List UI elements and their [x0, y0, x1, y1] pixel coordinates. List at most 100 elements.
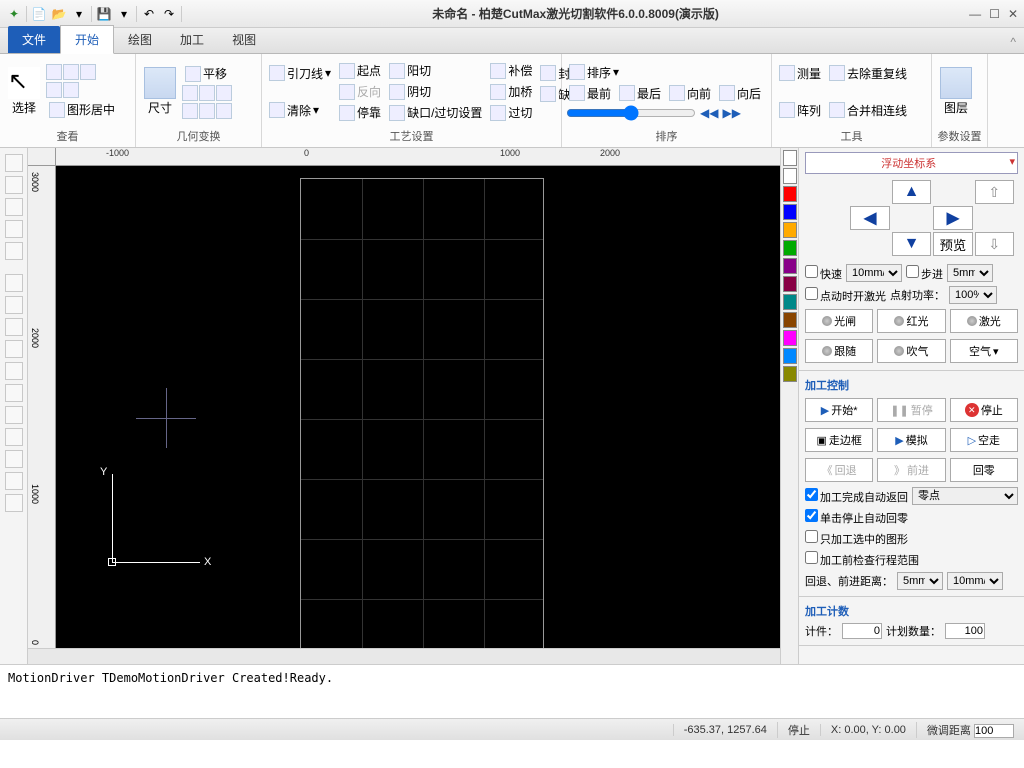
- fast-speed-select[interactable]: 10mm/s: [846, 264, 902, 282]
- transform-icon[interactable]: [182, 103, 198, 119]
- redlight-button[interactable]: 红光: [877, 309, 945, 333]
- frame-button[interactable]: ▣走边框: [805, 428, 873, 452]
- simulate-button[interactable]: ▶模拟: [877, 428, 945, 452]
- pulse-power-select[interactable]: 100%: [949, 286, 997, 304]
- home-button[interactable]: 回零: [950, 458, 1018, 482]
- add-bridge-button[interactable]: 加桥: [487, 82, 535, 101]
- drawing-canvas[interactable]: Y X +: [56, 166, 780, 648]
- yinqie-button[interactable]: 阴切: [386, 82, 485, 101]
- jog-up-button[interactable]: ▲: [892, 180, 931, 204]
- merge-button[interactable]: 合并相连线: [826, 101, 910, 120]
- transform-icon[interactable]: [216, 103, 232, 119]
- coord-system-select[interactable]: 浮动坐标系 ▾: [805, 152, 1018, 174]
- transform-icon[interactable]: [216, 85, 232, 101]
- dedup-button[interactable]: 去除重复线: [826, 64, 910, 83]
- dropdown-icon[interactable]: ▾: [71, 6, 87, 22]
- tab-process[interactable]: 加工: [166, 26, 218, 53]
- blow-button[interactable]: 吹气: [877, 339, 945, 363]
- circle-tool-icon[interactable]: [5, 318, 23, 336]
- laser-head-up-icon[interactable]: ⇧: [975, 180, 1014, 204]
- backward-button[interactable]: 向后: [716, 84, 764, 103]
- autoreturn-select[interactable]: 零点: [912, 487, 1018, 505]
- layer-color-swatch[interactable]: [783, 168, 797, 184]
- view-tool-icon[interactable]: [46, 64, 62, 80]
- shape-tool-icon[interactable]: [5, 450, 23, 468]
- retreat-dist-select[interactable]: 5mm: [897, 572, 943, 590]
- app-icon[interactable]: ✦: [6, 6, 22, 22]
- jog-left-button[interactable]: ◀: [850, 206, 889, 230]
- open-icon[interactable]: 📂: [51, 6, 67, 22]
- transform-icon[interactable]: [199, 85, 215, 101]
- back-button[interactable]: 《 回退: [805, 458, 873, 482]
- tab-view[interactable]: 视图: [218, 26, 270, 53]
- ellipse-tool-icon[interactable]: [5, 362, 23, 380]
- tab-draw[interactable]: 绘图: [114, 26, 166, 53]
- laser-on-jog-checkbox[interactable]: 点动时开激光: [805, 287, 886, 304]
- layer-color-swatch[interactable]: [783, 258, 797, 274]
- overcut-button[interactable]: 过切: [487, 103, 535, 122]
- zoom-tool-icon[interactable]: [5, 242, 23, 260]
- clear-button[interactable]: 清除▾: [266, 101, 334, 120]
- pointer-tool-icon[interactable]: [5, 154, 23, 172]
- star-tool-icon[interactable]: [5, 472, 23, 490]
- polyline-tool-icon[interactable]: [5, 296, 23, 314]
- gap-settings-button[interactable]: 缺口/过切设置: [386, 103, 485, 122]
- pan-tool-icon[interactable]: [5, 220, 23, 238]
- close-icon[interactable]: ✕: [1008, 7, 1018, 21]
- layer-color-swatch[interactable]: [783, 204, 797, 220]
- pause-button[interactable]: ❚❚暂停: [877, 398, 945, 422]
- bring-front-button[interactable]: 最前: [566, 84, 614, 103]
- precheck-checkbox[interactable]: 加工前检查行程范围: [805, 551, 919, 568]
- transform-icon[interactable]: [182, 85, 198, 101]
- count-field[interactable]: [842, 623, 882, 639]
- arc-tool-icon[interactable]: [5, 340, 23, 358]
- laser-head-down-icon[interactable]: ⇩: [975, 232, 1014, 256]
- yangqie-button[interactable]: 阳切: [386, 61, 485, 80]
- center-figure-button[interactable]: 图形居中: [46, 100, 118, 119]
- step-checkbox[interactable]: 步进: [906, 265, 943, 282]
- array-button[interactable]: 阵列: [776, 101, 824, 120]
- layer-color-swatch[interactable]: [783, 150, 797, 166]
- minimize-icon[interactable]: —: [969, 7, 981, 21]
- measure-button[interactable]: 测量: [776, 64, 824, 83]
- reverse-button[interactable]: 反向: [336, 82, 384, 101]
- edit-node-tool-icon[interactable]: [5, 176, 23, 194]
- view-tool-icon[interactable]: [63, 64, 79, 80]
- text-tool-icon[interactable]: [5, 494, 23, 512]
- forward-button[interactable]: 向前: [666, 84, 714, 103]
- ribbon-collapse-icon[interactable]: ^: [1002, 31, 1024, 53]
- preview-button[interactable]: 预览: [933, 232, 972, 256]
- autoreturn-checkbox[interactable]: 加工完成自动返回: [805, 488, 908, 505]
- laser-button[interactable]: 激光: [950, 309, 1018, 333]
- onlysel-checkbox[interactable]: 只加工选中的图形: [805, 530, 908, 547]
- dryrun-button[interactable]: ▷空走: [950, 428, 1018, 452]
- transform-icon[interactable]: [199, 103, 215, 119]
- undo-icon[interactable]: ↶: [141, 6, 157, 22]
- view-tool-icon[interactable]: [63, 82, 79, 98]
- new-icon[interactable]: 📄: [31, 6, 47, 22]
- point-tool-icon[interactable]: [5, 428, 23, 446]
- dock-button[interactable]: 停靠: [336, 103, 384, 122]
- fast-checkbox[interactable]: 快速: [805, 265, 842, 282]
- clickstop-checkbox[interactable]: 单击停止自动回零: [805, 509, 908, 526]
- follow-button[interactable]: 跟随: [805, 339, 873, 363]
- dropdown-icon[interactable]: ▾: [116, 6, 132, 22]
- send-back-button[interactable]: 最后: [616, 84, 664, 103]
- start-button[interactable]: ▶开始*: [805, 398, 873, 422]
- shutter-button[interactable]: 光闸: [805, 309, 873, 333]
- stop-button[interactable]: ✕停止: [950, 398, 1018, 422]
- tab-file[interactable]: 文件: [8, 26, 60, 53]
- jog-right-button[interactable]: ▶: [933, 206, 972, 230]
- order-tool-icon[interactable]: [5, 198, 23, 216]
- maximize-icon[interactable]: ☐: [989, 7, 1000, 21]
- line-tool-icon[interactable]: [5, 274, 23, 292]
- compensate-button[interactable]: 补偿: [487, 61, 535, 80]
- step-dist-select[interactable]: 5mm: [947, 264, 993, 282]
- layer-color-swatch[interactable]: [783, 276, 797, 292]
- layer-color-swatch[interactable]: [783, 312, 797, 328]
- finetune-field[interactable]: [974, 724, 1014, 738]
- layer-color-swatch[interactable]: [783, 330, 797, 346]
- layer-color-swatch[interactable]: [783, 240, 797, 256]
- view-tool-icon[interactable]: [80, 64, 96, 80]
- plan-count-field[interactable]: [945, 623, 985, 639]
